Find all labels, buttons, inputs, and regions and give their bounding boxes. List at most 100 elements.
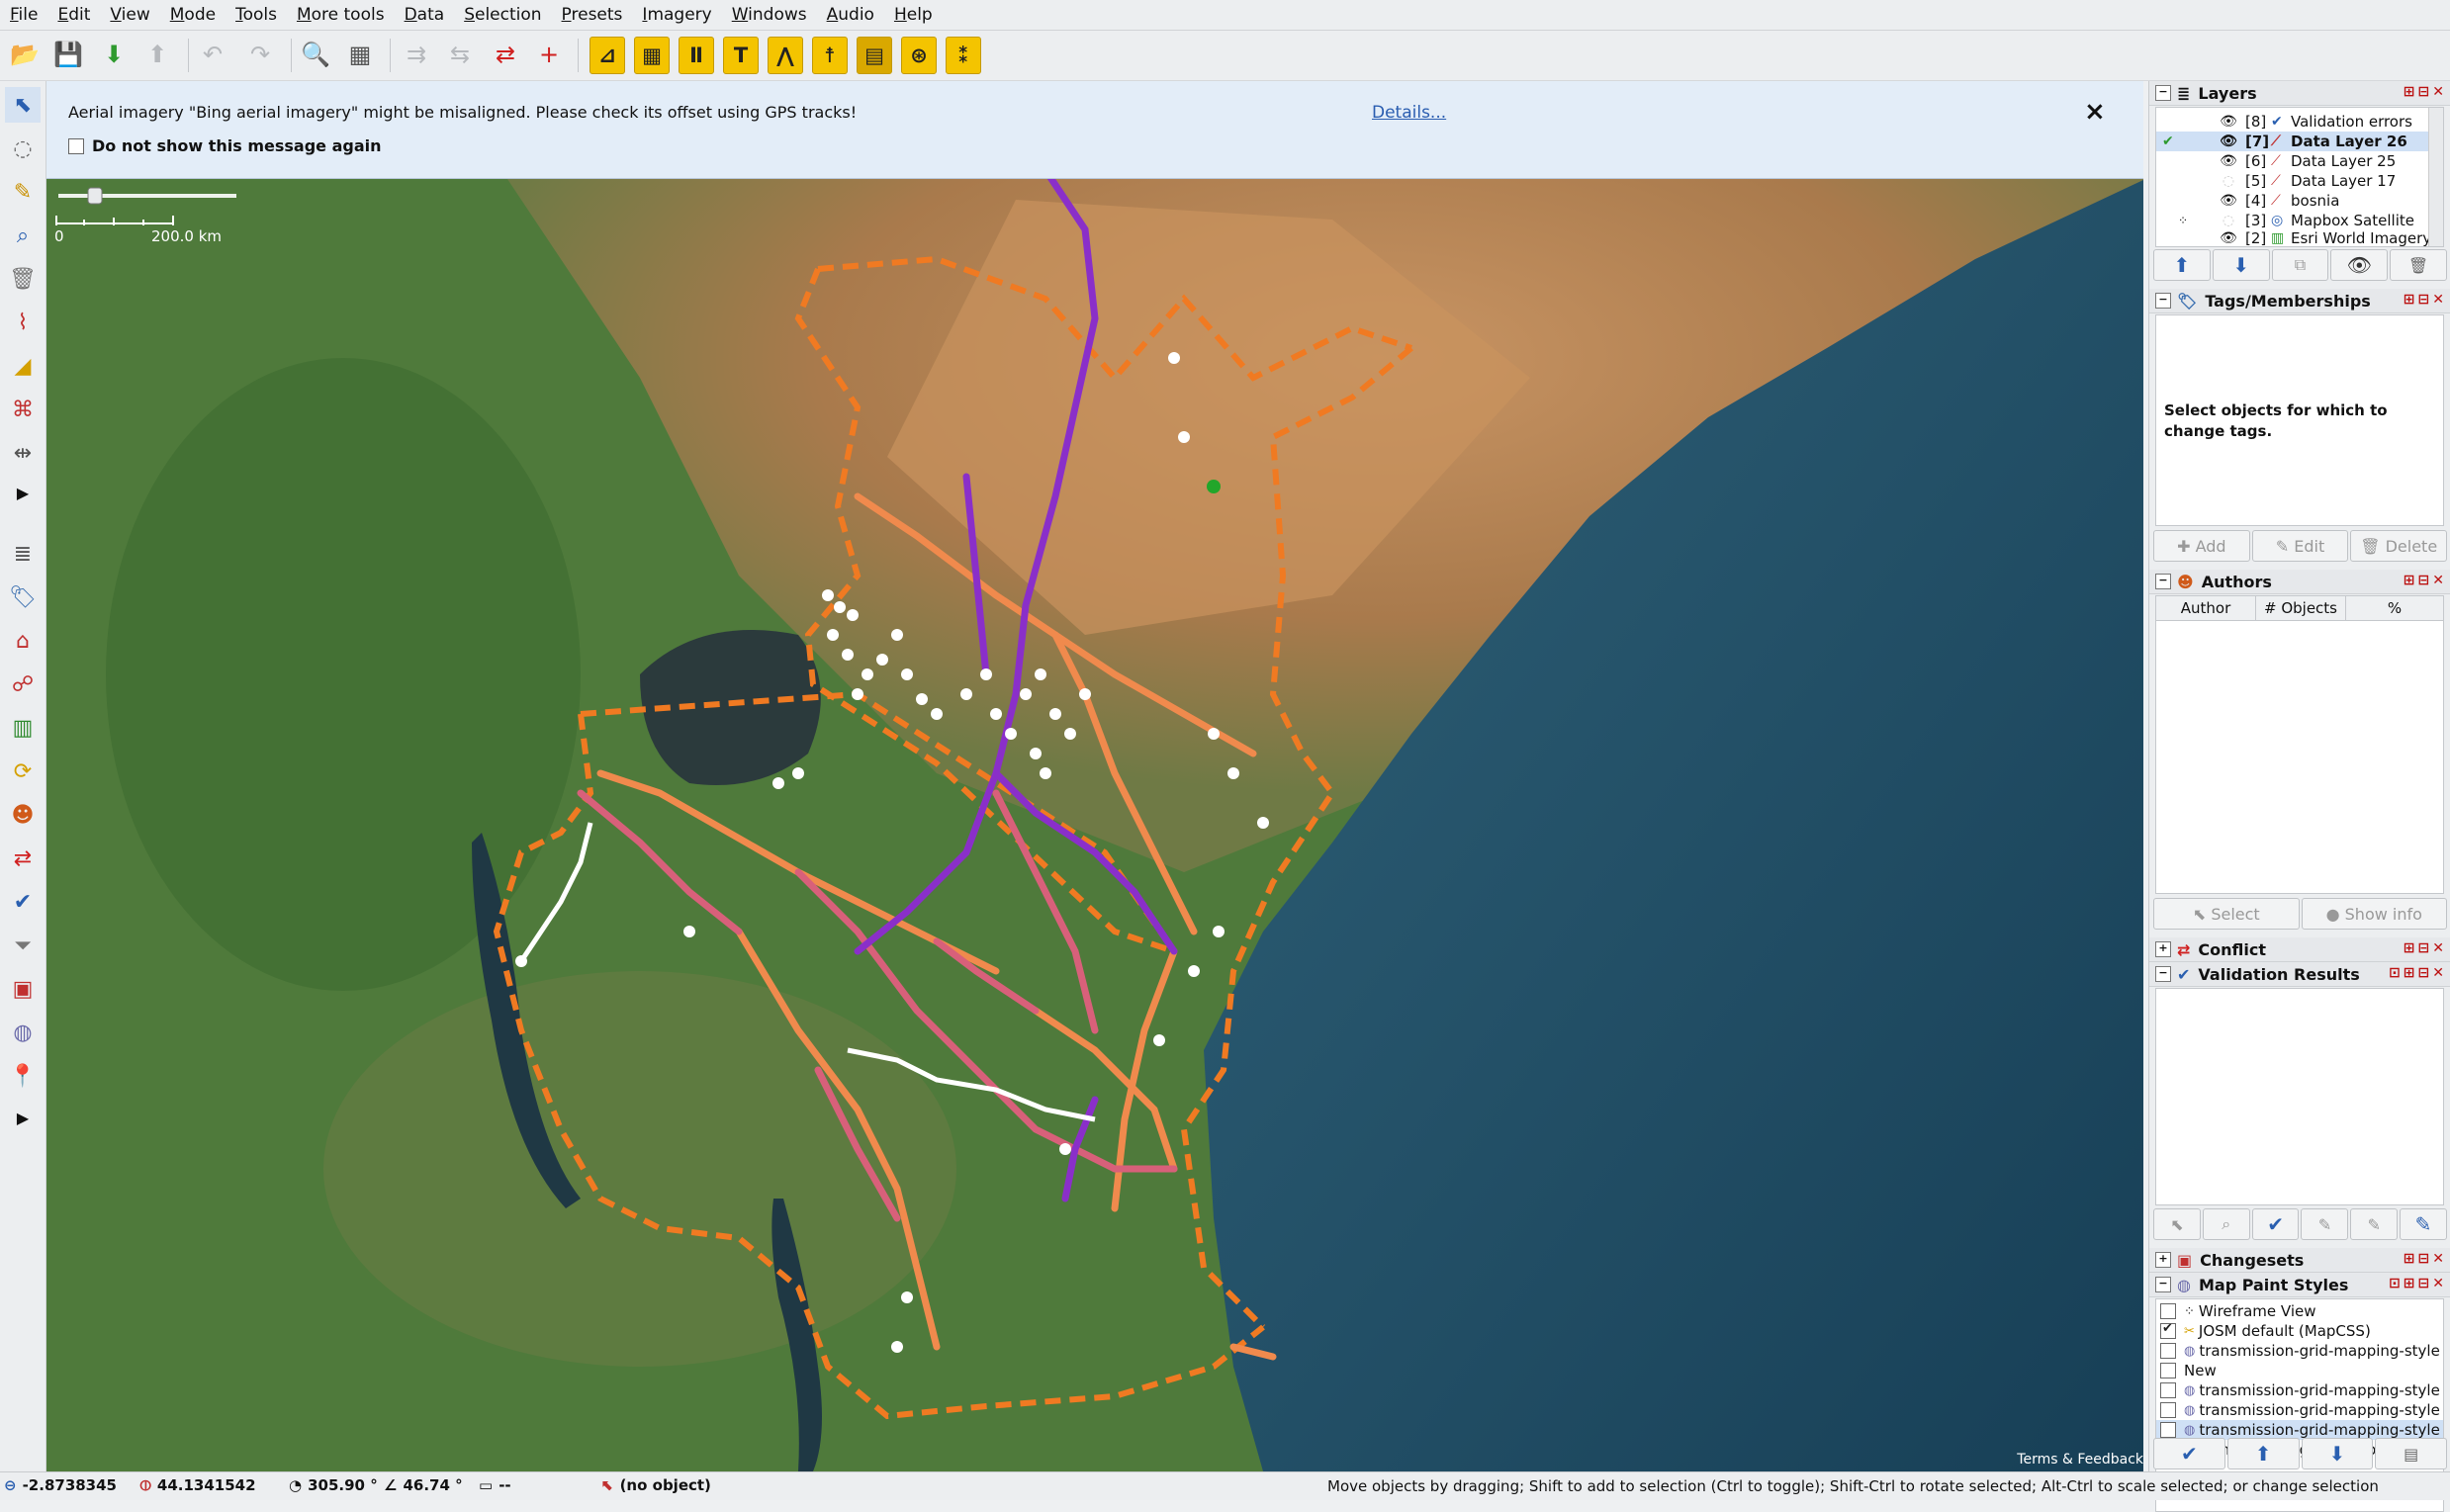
open-icon[interactable]: 📂	[6, 36, 44, 73]
changesets-panel-header[interactable]: + ▣ Changesets ⊞⊟✕	[2149, 1248, 2450, 1273]
layers-toggle-icon[interactable]: ≣	[5, 536, 41, 572]
conflict-panel-header[interactable]: + ⇄ Conflict ⊞⊟✕	[2149, 937, 2450, 962]
activate-style-icon[interactable]: ✔	[2153, 1438, 2225, 1469]
layer-row[interactable]: 👁 [2] ▥ Esri World Imagery	[2156, 230, 2443, 246]
improve-way-icon[interactable]: ⌇	[5, 305, 41, 340]
layer-row[interactable]: 👁 [6] ⟋ Data Layer 25	[2156, 151, 2443, 171]
latitude-field[interactable]: ⊖ -2.8738345	[4, 1476, 117, 1494]
preset-generator-icon[interactable]: ⊛	[901, 37, 937, 74]
preset-plant-icon[interactable]: ▤	[857, 37, 892, 74]
filter-icon[interactable]: ⏷	[5, 928, 41, 963]
style-checkbox[interactable]	[2160, 1422, 2176, 1438]
validation-toggle-icon[interactable]: ✔	[5, 884, 41, 920]
zoom-to-problem-icon[interactable]: ⬉	[2153, 1208, 2201, 1240]
layer-row[interactable]: ✔ 👁 [7] ⟋ Data Layer 26	[2156, 132, 2443, 151]
expand-panels-icon[interactable]: ▶	[5, 1100, 41, 1135]
lookup-icon[interactable]: ⌕	[2202, 1208, 2250, 1240]
preset-portal-icon[interactable]: T	[723, 37, 759, 74]
menu-help[interactable]: Help	[884, 0, 943, 30]
paint-styles-toggle-icon[interactable]: ◍	[5, 1015, 41, 1050]
collapse-toggle-icon[interactable]: −	[2155, 966, 2171, 982]
collapse-toggle-icon[interactable]: −	[2155, 1277, 2171, 1292]
menu-data[interactable]: Data	[395, 0, 455, 30]
history-icon[interactable]: ⟳	[5, 754, 41, 789]
tags-panel-header[interactable]: − 🏷 Tags/Memberships ⊞⊟✕	[2149, 289, 2450, 313]
add-tag-button[interactable]: ✚ Add	[2153, 530, 2250, 562]
expand-tools-icon[interactable]: ▶	[5, 475, 41, 510]
move-up-icon[interactable]: ⬆	[2153, 249, 2211, 281]
style-row[interactable]: New	[2156, 1361, 2443, 1380]
dont-show-again-checkbox[interactable]: Do not show this message again	[68, 136, 381, 155]
style-checkbox[interactable]	[2160, 1382, 2176, 1398]
fix-icon[interactable]: ✎	[2301, 1208, 2349, 1240]
collapse-toggle-icon[interactable]: −	[2155, 85, 2171, 101]
style-up-icon[interactable]: ⬆	[2226, 1438, 2300, 1469]
style-checkbox[interactable]	[2160, 1321, 2176, 1339]
paint-styles-panel-header[interactable]: − ◍ Map Paint Styles ⊡⊞⊟✕	[2149, 1273, 2450, 1297]
preset-tower-icon[interactable]: Ⅱ	[679, 37, 714, 74]
tags-toggle-icon[interactable]: 🏷	[5, 579, 41, 615]
zoom-mode-icon[interactable]: ⌕	[5, 218, 41, 253]
notes-icon[interactable]: 📍	[5, 1058, 41, 1094]
changesets-toggle-icon[interactable]: ▣	[5, 971, 41, 1007]
validate-icon[interactable]: ✔	[2251, 1208, 2300, 1240]
style-row[interactable]: ✂ JOSM default (MapCSS)	[2156, 1321, 2443, 1341]
menu-more-tools[interactable]: More tools	[287, 0, 395, 30]
move-down-icon[interactable]: ⬇	[2212, 249, 2270, 281]
delete-mode-icon[interactable]: 🗑	[5, 261, 41, 297]
panel-controls-icon[interactable]: ⊞⊟✕	[2404, 292, 2447, 308]
layer-row[interactable]: 👁 [8] ✔ Validation errors	[2156, 112, 2443, 132]
map-icon[interactable]: ▥	[5, 710, 41, 746]
col-objects[interactable]: # Objects	[2256, 596, 2346, 621]
panel-controls-icon[interactable]: ⊡⊞⊟✕	[2389, 965, 2447, 981]
style-row[interactable]: ◍ transmission-grid-mapping-style	[2156, 1380, 2443, 1400]
select-mode-icon[interactable]: ⬉	[5, 87, 41, 123]
ignore-icon[interactable]: ✎	[2350, 1208, 2399, 1240]
menu-edit[interactable]: Edit	[47, 0, 100, 30]
redo-icon[interactable]: ↷	[241, 36, 279, 73]
preset-pole-icon[interactable]: ⊿	[590, 37, 625, 74]
notice-details-link[interactable]: Details...	[1372, 103, 1446, 123]
preset-line-icon[interactable]: ⋀	[768, 37, 803, 74]
delete-layer-icon[interactable]: 🗑	[2390, 249, 2447, 281]
eye-icon[interactable]: 👁	[2220, 153, 2237, 169]
save-icon[interactable]: 💾	[49, 36, 87, 73]
expand-toggle-icon[interactable]: +	[2155, 1252, 2171, 1268]
extrude-icon[interactable]: ⌘	[5, 392, 41, 427]
eye-icon[interactable]: 👁	[2220, 114, 2237, 130]
eye-hidden-icon[interactable]: ◌	[2220, 173, 2237, 189]
validation-panel-header[interactable]: − ✔ Validation Results ⊡⊞⊟✕	[2149, 962, 2450, 987]
preset-insulator-icon[interactable]: ⁑	[946, 37, 981, 74]
menu-imagery[interactable]: Imagery	[632, 0, 721, 30]
undo-icon[interactable]: ↶	[194, 36, 231, 73]
select-author-button[interactable]: ⬉ Select	[2153, 898, 2300, 930]
style-down-icon[interactable]: ⬇	[2301, 1438, 2374, 1469]
layer-row[interactable]: 👁 [4] ⟋ bosnia	[2156, 191, 2443, 211]
parallel-way-icon[interactable]: ◢	[5, 348, 41, 384]
merge-layers-icon[interactable]: ⧉	[2271, 249, 2329, 281]
relation-editor-icon[interactable]: ⌂	[5, 623, 41, 659]
reverse-icon[interactable]: ⇄	[487, 36, 524, 73]
menu-tools[interactable]: Tools	[226, 0, 287, 30]
authors-toggle-icon[interactable]: ☻	[5, 797, 41, 833]
menu-presets[interactable]: Presets	[552, 0, 633, 30]
edit-tag-button[interactable]: ✎ Edit	[2251, 530, 2349, 562]
delete-tag-button[interactable]: 🗑 Delete	[2350, 530, 2448, 562]
menu-audio[interactable]: Audio	[817, 0, 884, 30]
style-row[interactable]: ◍ transmission-grid-mapping-style	[2156, 1400, 2443, 1420]
panel-controls-icon[interactable]: ⊡⊞⊟✕	[2389, 1276, 2447, 1291]
menu-mode[interactable]: Mode	[160, 0, 226, 30]
terms-feedback-link[interactable]: Terms & Feedback	[2017, 1452, 2143, 1468]
download-icon[interactable]: ⬇	[95, 36, 133, 73]
longitude-field[interactable]: ⦶ 44.1341542	[140, 1476, 256, 1494]
eye-icon[interactable]: 👁	[2220, 133, 2237, 149]
style-checkbox[interactable]	[2160, 1402, 2176, 1418]
col-author[interactable]: Author	[2156, 596, 2256, 621]
style-checkbox[interactable]	[2160, 1363, 2176, 1379]
menu-windows[interactable]: Windows	[722, 0, 817, 30]
col-percent[interactable]: %	[2346, 596, 2443, 621]
checkbox-box[interactable]	[68, 137, 84, 154]
draw-mode-icon[interactable]: ✎	[5, 174, 41, 210]
layers-scrollbar[interactable]	[2428, 108, 2443, 246]
menu-file[interactable]: File	[0, 0, 47, 30]
